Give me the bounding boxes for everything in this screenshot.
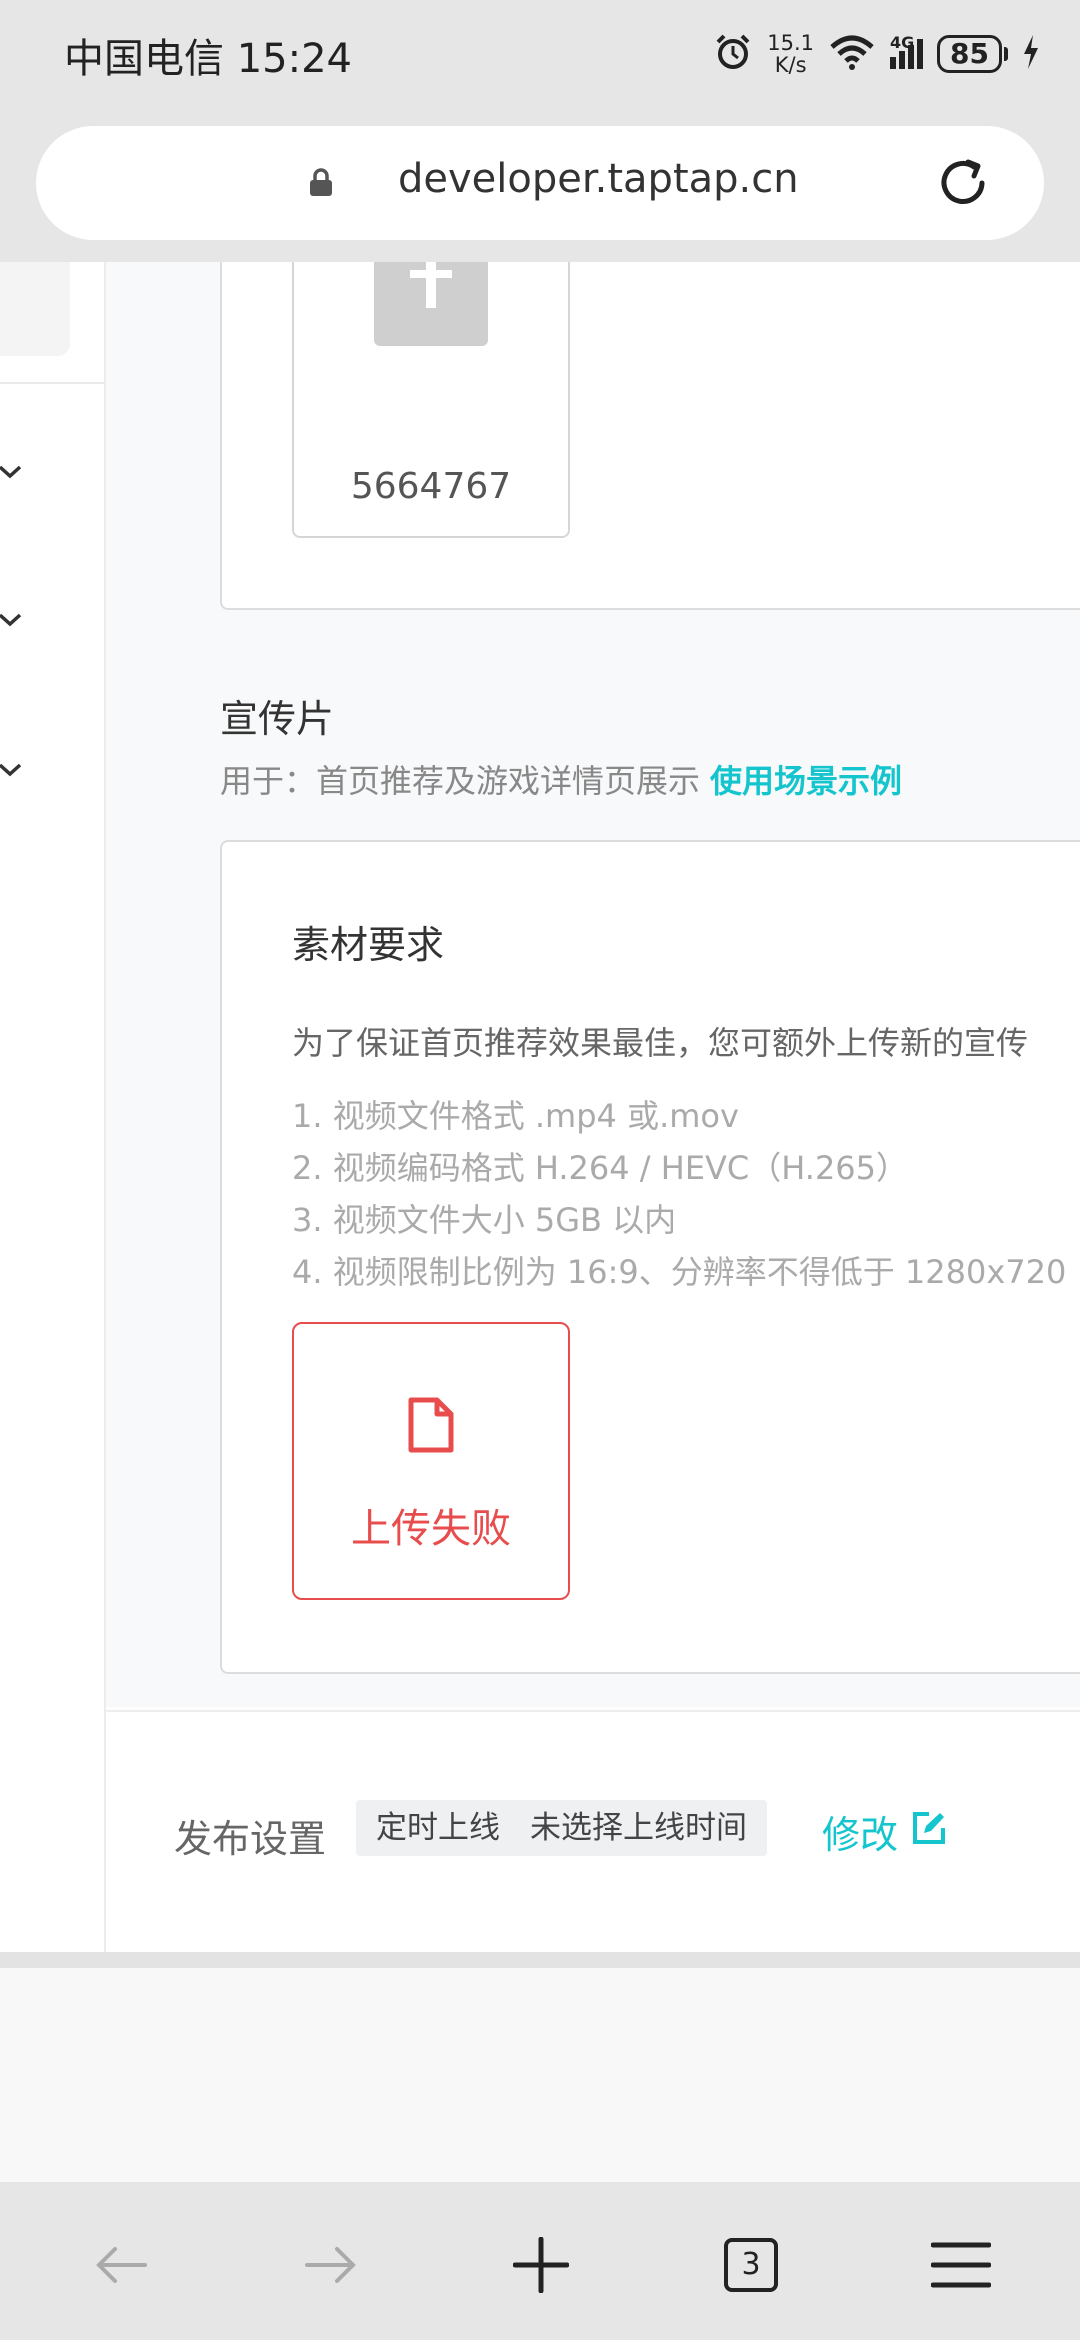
menu-icon[interactable] [916, 2220, 1006, 2310]
page-bottom-edge [0, 1952, 1080, 1968]
reload-icon[interactable] [934, 154, 992, 216]
blank-area [0, 1968, 1080, 2182]
network-type: 4G [890, 33, 915, 52]
upload-status-text: 上传失败 [351, 1506, 511, 1552]
requirement-item: 4. 视频限制比例为 16:9、分辨率不得低于 1280x720 [292, 1253, 1067, 1291]
lock-icon [308, 167, 334, 201]
section-subtitle-text: 用于：首页推荐及游戏详情页展示 [220, 762, 701, 800]
battery-indicator: 85 [937, 35, 1002, 73]
chevron-down-icon[interactable] [0, 612, 22, 632]
back-arrow-icon[interactable] [76, 2220, 166, 2310]
battery-tip [1004, 47, 1008, 61]
new-tab-plus-icon[interactable] [496, 2220, 586, 2310]
carrier-time: 中国电信 15:24 [64, 36, 352, 82]
alarm-icon [713, 32, 753, 76]
forward-arrow-icon[interactable] [286, 2220, 376, 2310]
requirements-list: 1. 视频文件格式 .mp4 或.mov 2. 视频编码格式 H.264 / H… [292, 1090, 1066, 1298]
edit-publish-button[interactable]: 修改 [822, 1804, 946, 1859]
chevron-down-icon[interactable] [0, 464, 22, 484]
net-speed-value: 15.1 [767, 31, 815, 55]
publish-settings-label: 发布设置 [174, 1817, 327, 1861]
section-title: 宣传片 [220, 697, 335, 741]
publish-schedule-tag: 定时上线 未选择上线时间 [356, 1800, 767, 1856]
charging-icon [1022, 35, 1040, 73]
wifi-icon [828, 33, 876, 75]
chevron-down-icon[interactable] [0, 762, 22, 782]
section-subtitle: 用于：首页推荐及游戏详情页展示 使用场景示例 [220, 756, 902, 802]
image-placeholder-icon [374, 262, 488, 346]
requirement-item: 1. 视频文件格式 .mp4 或.mov [292, 1097, 739, 1135]
publish-mode: 定时上线 [376, 1810, 500, 1846]
browser-top-bar: 中国电信 15:24 15.1 K/s 4G 85 developer.tapt… [0, 0, 1080, 262]
web-page: 5664767 宣传片 用于：首页推荐及游戏详情页展示 使用场景示例 素材要求 为… [0, 262, 1080, 1957]
requirement-item: 2. 视频编码格式 H.264 / HEVC（H.265） [292, 1149, 909, 1187]
status-icons: 15.1 K/s 4G 85 [713, 26, 1040, 82]
divider [0, 382, 104, 384]
requirements-title: 素材要求 [292, 923, 445, 967]
thumbnail-id: 5664767 [350, 466, 512, 507]
edit-label: 修改 [822, 1813, 899, 1857]
usage-example-link[interactable]: 使用场景示例 [710, 762, 902, 800]
url-text[interactable]: developer.taptap.cn [398, 156, 799, 202]
publish-time: 未选择上线时间 [530, 1810, 747, 1846]
tabs-button[interactable]: 3 [706, 2220, 796, 2310]
upload-failed-box[interactable]: 上传失败 [292, 1322, 570, 1600]
edit-icon [912, 1810, 946, 1854]
signal-icon: 4G [890, 33, 924, 69]
net-speed-unit: K/s [774, 53, 807, 77]
browser-bottom-nav: 3 [0, 2182, 1080, 2340]
side-menu [0, 262, 106, 1952]
tab-count: 3 [724, 2238, 778, 2292]
net-speed: 15.1 K/s [767, 32, 814, 76]
requirement-item: 3. 视频文件大小 5GB 以内 [292, 1201, 677, 1239]
address-bar[interactable]: developer.taptap.cn [36, 126, 1044, 240]
publish-settings-row: 发布设置 定时上线 未选择上线时间 修改 [106, 1710, 1080, 1954]
side-menu-card[interactable] [0, 262, 70, 356]
requirements-description: 为了保证首页推荐效果最佳，您可额外上传新的宣传 [292, 1024, 1029, 1062]
file-icon [407, 1396, 455, 1458]
